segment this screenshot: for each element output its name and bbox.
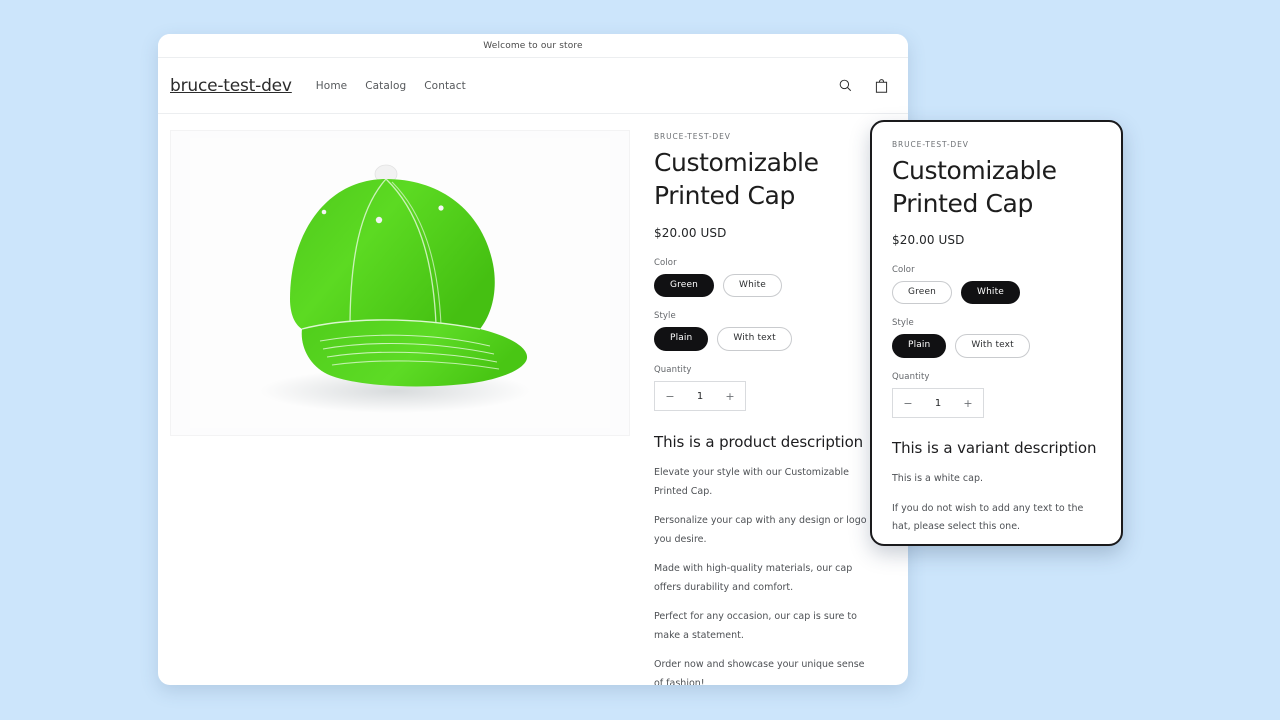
overlay-description-paragraph: If you do not wish to add any text to th… <box>892 500 1101 537</box>
overlay-option-value-color-white[interactable]: White <box>961 281 1020 305</box>
overlay-quantity-increment-button[interactable]: + <box>953 398 983 409</box>
quantity-decrement-button[interactable]: − <box>655 391 685 402</box>
product-main: BRUCE-TEST-DEV Customizable Printed Cap … <box>158 114 908 685</box>
nav-link-home[interactable]: Home <box>316 80 347 92</box>
overlay-option-group-color: Green White <box>892 281 1101 305</box>
quantity-stepper: − 1 + <box>654 381 746 411</box>
overlay-product-price: $20.00 USD <box>892 233 1101 247</box>
quantity-label: Quantity <box>654 365 896 375</box>
option-value-style-with-text[interactable]: With text <box>717 327 791 351</box>
nav-link-contact[interactable]: Contact <box>424 80 466 92</box>
overlay-quantity-label: Quantity <box>892 372 1101 382</box>
option-group-style: Plain With text <box>654 327 896 351</box>
option-label-color: Color <box>654 258 896 268</box>
announcement-bar: Welcome to our store <box>158 34 908 58</box>
shopping-bag-icon[interactable] <box>872 77 890 95</box>
nav-link-catalog[interactable]: Catalog <box>365 80 406 92</box>
variant-highlight-card: BRUCE-TEST-DEV Customizable Printed Cap … <box>870 120 1123 546</box>
overlay-option-label-color: Color <box>892 265 1101 275</box>
site-header: bruce-test-dev Home Catalog Contact <box>158 58 908 114</box>
overlay-option-group-style: Plain With text <box>892 334 1101 358</box>
quantity-input[interactable]: 1 <box>685 391 715 402</box>
overlay-product-vendor: BRUCE-TEST-DEV <box>892 140 1101 149</box>
product-vendor: BRUCE-TEST-DEV <box>654 132 896 141</box>
overlay-option-value-style-plain[interactable]: Plain <box>892 334 946 358</box>
product-info-column: BRUCE-TEST-DEV Customizable Printed Cap … <box>654 130 896 685</box>
product-image <box>190 138 610 428</box>
overlay-quantity-decrement-button[interactable]: − <box>893 398 923 409</box>
product-price: $20.00 USD <box>654 226 896 240</box>
overlay-option-label-style: Style <box>892 318 1101 328</box>
main-navigation: Home Catalog Contact <box>316 80 466 92</box>
product-description-paragraph: Personalize your cap with any design or … <box>654 512 876 549</box>
option-group-color: Green White <box>654 274 896 298</box>
storefront-window: Welcome to our store bruce-test-dev Home… <box>158 34 908 685</box>
option-value-style-plain[interactable]: Plain <box>654 327 708 351</box>
product-media-column <box>170 130 630 685</box>
overlay-option-value-style-with-text[interactable]: With text <box>955 334 1029 358</box>
option-value-color-green[interactable]: Green <box>654 274 714 298</box>
page-title: Customizable Printed Cap <box>654 146 864 213</box>
store-logo[interactable]: bruce-test-dev <box>170 76 292 96</box>
header-actions <box>836 77 890 95</box>
product-image-frame[interactable] <box>170 130 630 436</box>
product-description-paragraph: Elevate your style with our Customizable… <box>654 464 876 501</box>
overlay-quantity-input[interactable]: 1 <box>923 398 953 409</box>
product-description-paragraph: Order now and showcase your unique sense… <box>654 656 876 685</box>
product-description-paragraph: Perfect for any occasion, our cap is sur… <box>654 608 876 645</box>
product-description-heading: This is a product description <box>654 433 896 451</box>
overlay-option-value-color-green[interactable]: Green <box>892 281 952 305</box>
announcement-text: Welcome to our store <box>483 41 582 51</box>
overlay-quantity-stepper: − 1 + <box>892 388 984 418</box>
search-icon[interactable] <box>836 77 854 95</box>
quantity-increment-button[interactable]: + <box>715 391 745 402</box>
overlay-page-title: Customizable Printed Cap <box>892 154 1082 221</box>
overlay-description-paragraph: This is a white cap. <box>892 470 1101 489</box>
option-label-style: Style <box>654 311 896 321</box>
overlay-description-heading: This is a variant description <box>892 439 1101 457</box>
product-description-paragraph: Made with high-quality materials, our ca… <box>654 560 876 597</box>
option-value-color-white[interactable]: White <box>723 274 782 298</box>
